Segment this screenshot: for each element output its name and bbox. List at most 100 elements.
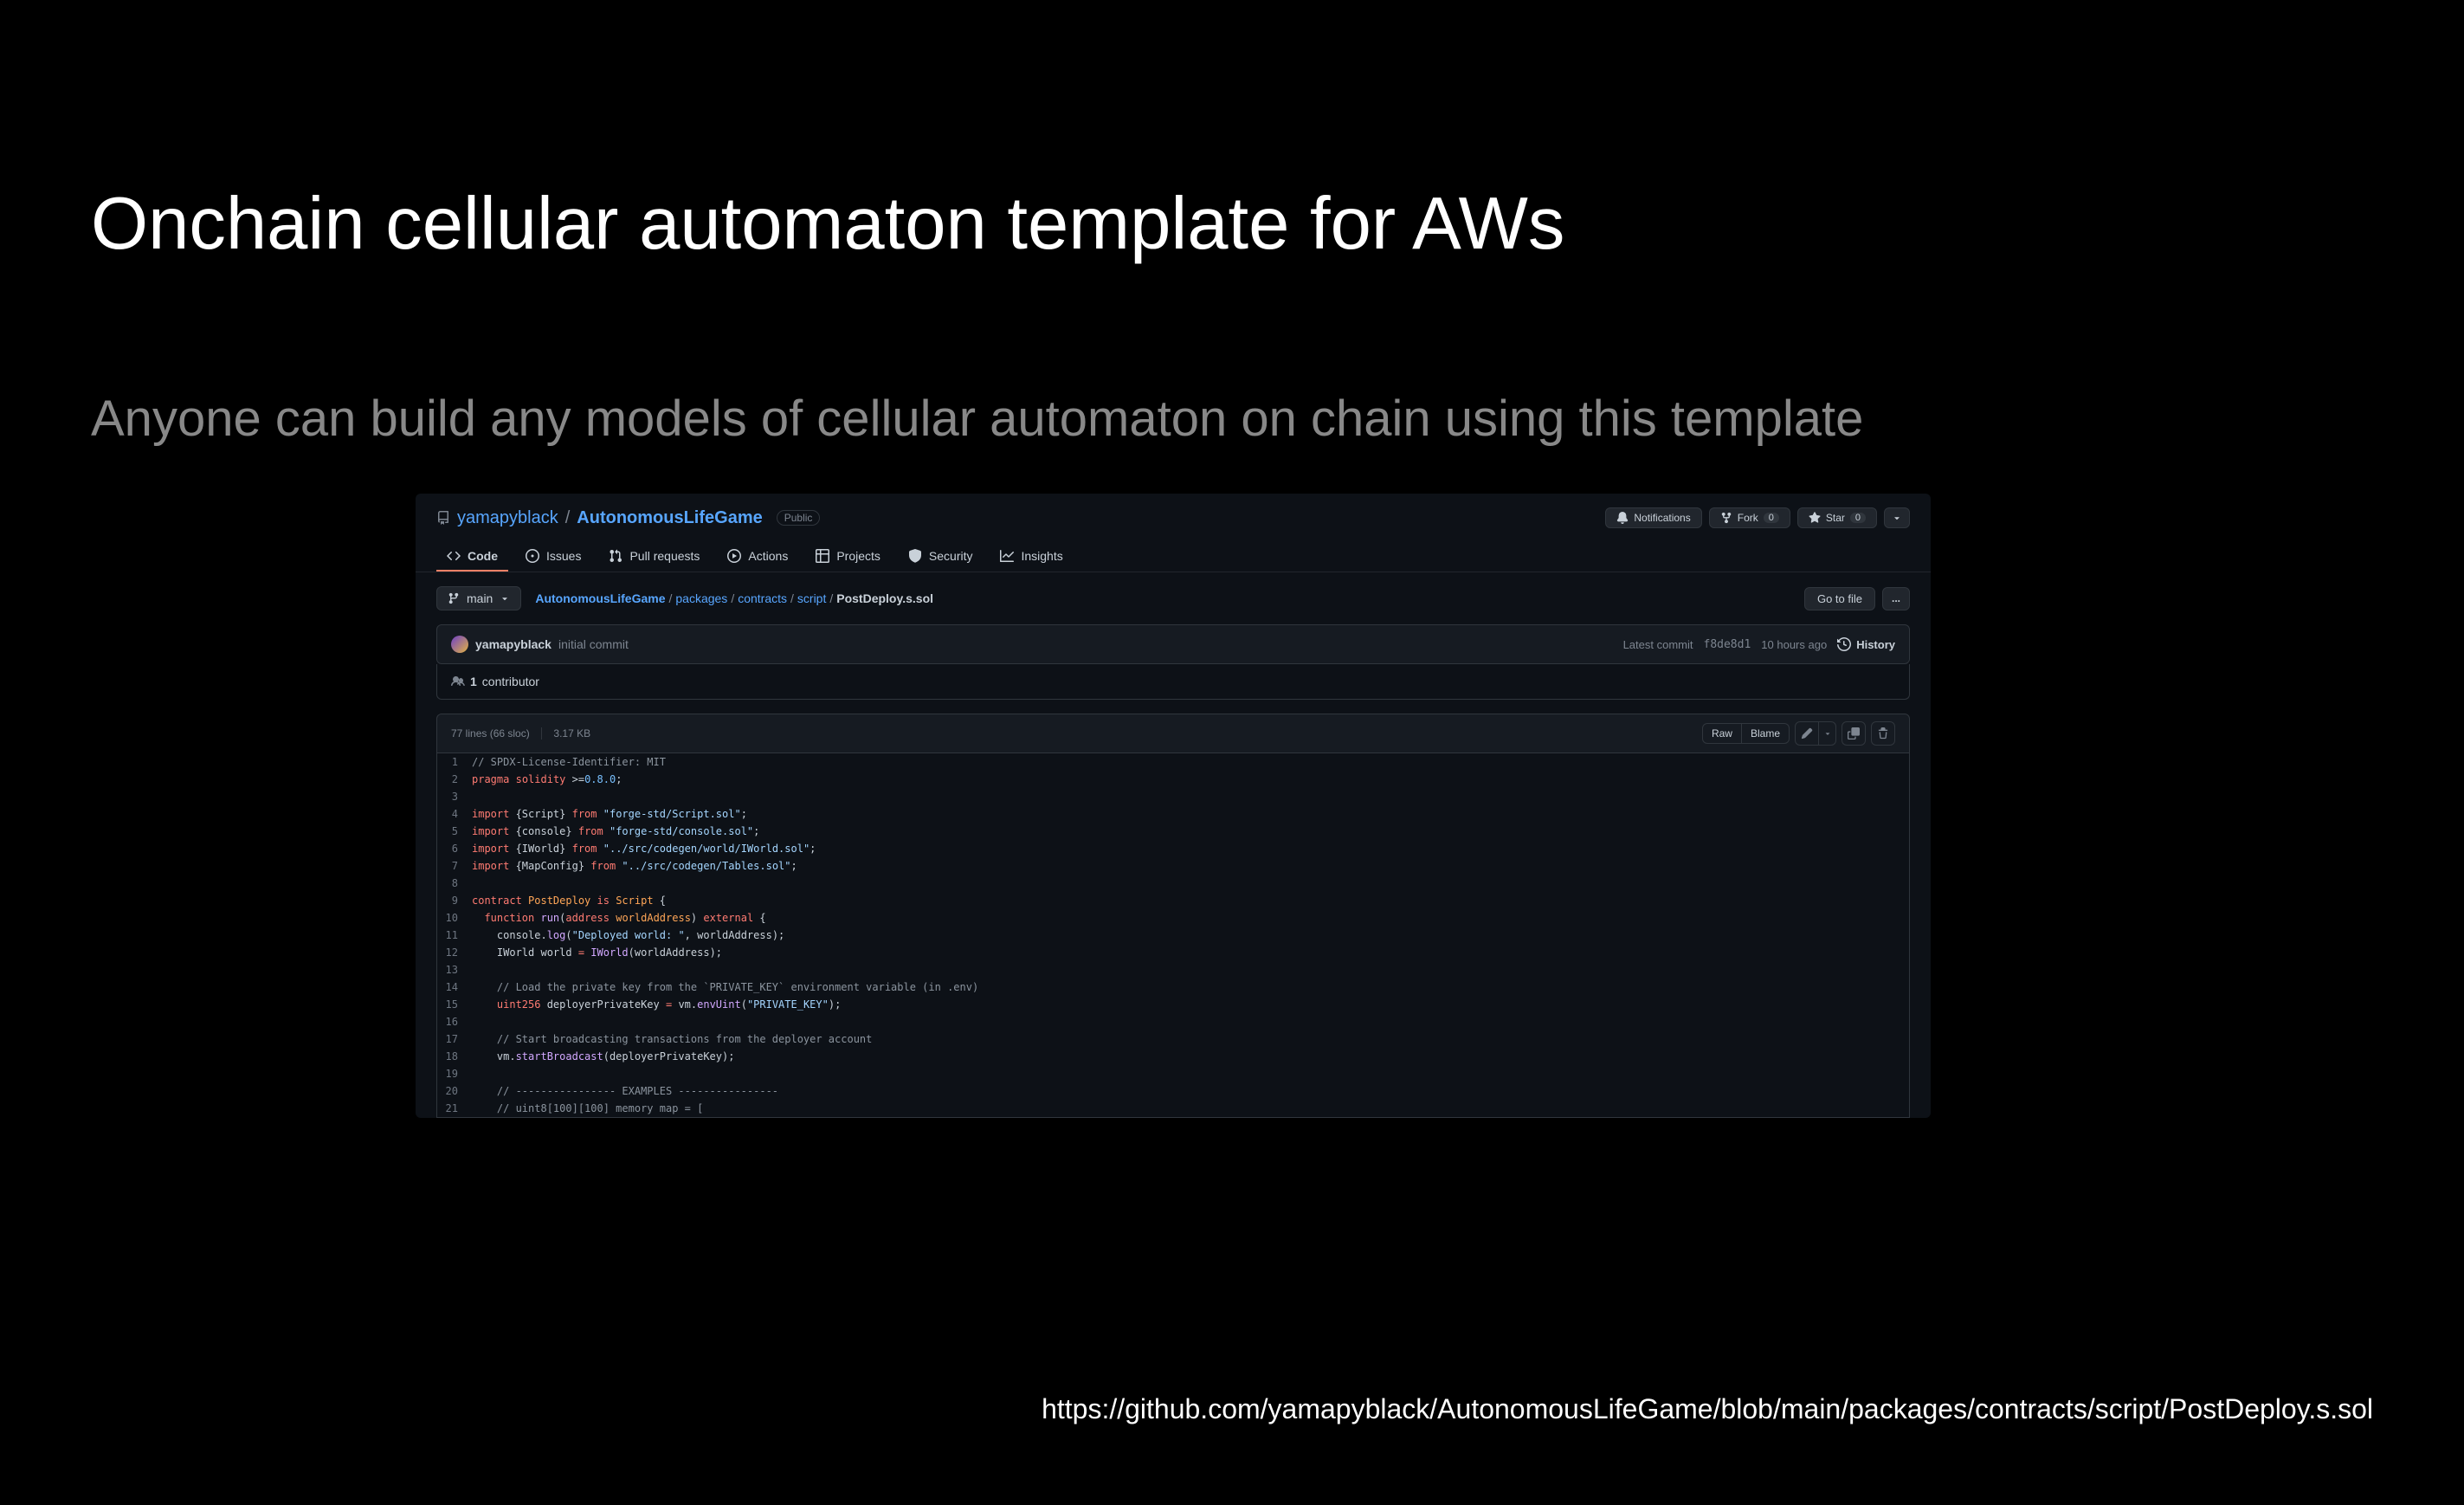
line-content: // SPDX-License-Identifier: MIT	[472, 753, 666, 771]
tab-issues[interactable]: Issues	[515, 542, 591, 572]
line-number[interactable]: 7	[437, 857, 472, 875]
code-line: 10 function run(address worldAddress) ex…	[437, 909, 1909, 927]
line-number[interactable]: 10	[437, 909, 472, 927]
line-number[interactable]: 14	[437, 979, 472, 996]
code-block: 1// SPDX-License-Identifier: MIT2pragma …	[436, 753, 1910, 1118]
line-content: IWorld world = IWorld(worldAddress);	[472, 944, 722, 961]
edit-dropdown-button[interactable]	[1819, 721, 1836, 746]
line-number[interactable]: 19	[437, 1065, 472, 1082]
star-button[interactable]: Star 0	[1797, 507, 1877, 528]
tab-projects-label: Projects	[836, 549, 880, 563]
code-line: 12 IWorld world = IWorld(worldAddress);	[437, 944, 1909, 961]
tab-security-label: Security	[929, 549, 973, 563]
code-line: 9contract PostDeploy is Script {	[437, 892, 1909, 909]
star-icon	[1809, 512, 1821, 524]
tab-actions-label: Actions	[748, 549, 788, 563]
commit-bar: yamapyblack initial commit Latest commit…	[436, 624, 1910, 664]
code-line: 19	[437, 1065, 1909, 1082]
line-number[interactable]: 2	[437, 771, 472, 788]
tab-code[interactable]: Code	[436, 542, 508, 572]
line-number[interactable]: 12	[437, 944, 472, 961]
line-content: function run(address worldAddress) exter…	[472, 909, 766, 927]
tab-projects[interactable]: Projects	[805, 542, 891, 572]
go-to-file-label: Go to file	[1817, 592, 1862, 605]
line-number[interactable]: 6	[437, 840, 472, 857]
avatar[interactable]	[451, 636, 468, 653]
line-number[interactable]: 21	[437, 1100, 472, 1117]
line-number[interactable]: 17	[437, 1030, 472, 1048]
chevron-down-icon	[500, 593, 510, 604]
go-to-file-button[interactable]: Go to file	[1804, 587, 1875, 610]
raw-button[interactable]: Raw	[1702, 723, 1742, 744]
file-stats: 77 lines (66 sloc)	[451, 727, 530, 740]
notifications-button[interactable]: Notifications	[1605, 507, 1701, 528]
repo-owner-link[interactable]: yamapyblack	[457, 508, 558, 528]
line-content: import {console} from "forge-std/console…	[472, 823, 759, 840]
notifications-label: Notifications	[1634, 512, 1690, 524]
repo-name-link[interactable]: AutonomousLifeGame	[577, 508, 762, 528]
line-number[interactable]: 11	[437, 927, 472, 944]
edit-button[interactable]	[1795, 721, 1819, 746]
line-number[interactable]: 15	[437, 996, 472, 1013]
contributor-label: contributor	[482, 675, 539, 688]
line-number[interactable]: 18	[437, 1048, 472, 1065]
trash-icon	[1877, 727, 1889, 740]
line-number[interactable]: 4	[437, 805, 472, 823]
line-content: import {IWorld} from "../src/codegen/wor…	[472, 840, 816, 857]
code-line: 14 // Load the private key from the `PRI…	[437, 979, 1909, 996]
code-line: 5import {console} from "forge-std/consol…	[437, 823, 1909, 840]
delete-button[interactable]	[1871, 721, 1895, 746]
breadcrumb-file: PostDeploy.s.sol	[836, 591, 933, 605]
branch-icon	[448, 592, 460, 604]
code-line: 8	[437, 875, 1909, 892]
history-icon	[1837, 637, 1851, 651]
repo-title: yamapyblack / AutonomousLifeGame Public	[436, 508, 820, 528]
line-content: // Load the private key from the `PRIVAT…	[472, 979, 978, 996]
blame-button[interactable]: Blame	[1742, 723, 1790, 744]
slide-footer-url: https://github.com/yamapyblack/Autonomou…	[1042, 1393, 2373, 1425]
breadcrumb-packages[interactable]: packages	[675, 591, 727, 605]
commit-message[interactable]: initial commit	[558, 637, 629, 651]
breadcrumb-contracts[interactable]: contracts	[738, 591, 787, 605]
breadcrumb-root[interactable]: AutonomousLifeGame	[535, 591, 665, 605]
code-line: 21 // uint8[100][100] memory map = [	[437, 1100, 1909, 1117]
line-content: import {Script} from "forge-std/Script.s…	[472, 805, 747, 823]
line-content: import {MapConfig} from "../src/codegen/…	[472, 857, 797, 875]
history-button[interactable]: History	[1837, 637, 1895, 651]
more-button[interactable]: ...	[1882, 587, 1910, 610]
visibility-badge: Public	[777, 510, 821, 526]
line-number[interactable]: 20	[437, 1082, 472, 1100]
star-dropdown-button[interactable]	[1884, 507, 1910, 528]
code-line: 11 console.log("Deployed world: ", world…	[437, 927, 1909, 944]
line-number[interactable]: 9	[437, 892, 472, 909]
copy-icon	[1848, 727, 1860, 740]
code-line: 3	[437, 788, 1909, 805]
copy-button[interactable]	[1842, 721, 1866, 746]
line-number[interactable]: 3	[437, 788, 472, 805]
contributors-bar[interactable]: 1 contributor	[436, 664, 1910, 700]
branch-selector[interactable]: main	[436, 586, 521, 610]
line-content: console.log("Deployed world: ", worldAdd…	[472, 927, 784, 944]
fork-count: 0	[1764, 513, 1779, 523]
line-number[interactable]: 13	[437, 961, 472, 979]
bell-icon	[1616, 512, 1629, 524]
line-number[interactable]: 5	[437, 823, 472, 840]
fork-button[interactable]: Fork 0	[1709, 507, 1790, 528]
code-line: 2pragma solidity >=0.8.0;	[437, 771, 1909, 788]
line-number[interactable]: 1	[437, 753, 472, 771]
commit-author[interactable]: yamapyblack	[475, 637, 551, 651]
tab-pulls[interactable]: Pull requests	[598, 542, 710, 572]
repo-nav: Code Issues Pull requests Actions Projec…	[416, 542, 1931, 572]
breadcrumb-script[interactable]: script	[797, 591, 826, 605]
tab-issues-label: Issues	[546, 549, 581, 563]
line-number[interactable]: 8	[437, 875, 472, 892]
tab-insights-label: Insights	[1021, 549, 1062, 563]
repo-icon	[436, 511, 450, 525]
tab-security[interactable]: Security	[898, 542, 984, 572]
tab-insights[interactable]: Insights	[990, 542, 1073, 572]
history-label: History	[1856, 638, 1895, 651]
commit-sha[interactable]: f8de8d1	[1704, 638, 1751, 651]
code-line: 18 vm.startBroadcast(deployerPrivateKey)…	[437, 1048, 1909, 1065]
tab-actions[interactable]: Actions	[717, 542, 798, 572]
line-number[interactable]: 16	[437, 1013, 472, 1030]
